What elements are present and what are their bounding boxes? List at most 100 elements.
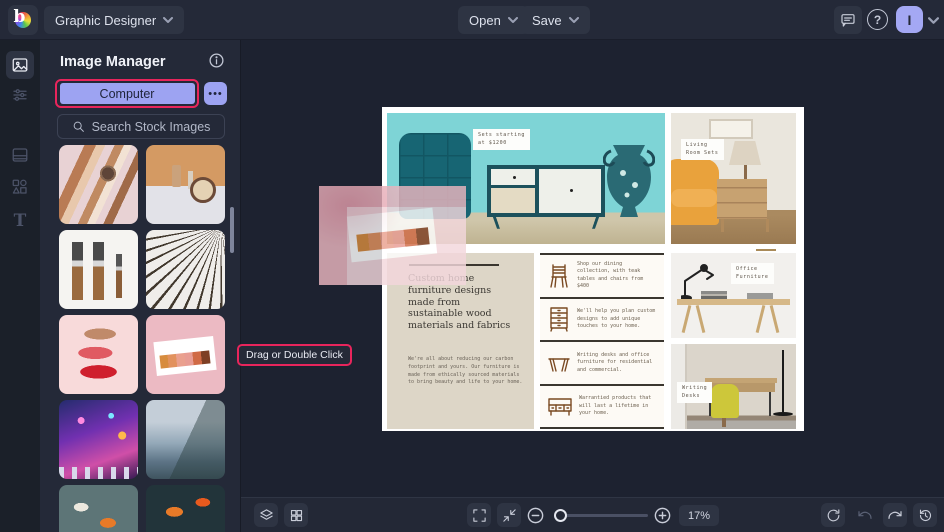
image-manager-panel: Image Manager Computer ••• Search Stock … <box>40 40 240 532</box>
avatar[interactable]: I <box>896 6 923 33</box>
design-canvas[interactable]: Sets starting at $1200 Living Room Sets <box>382 107 804 431</box>
fullscreen-button[interactable] <box>467 503 491 527</box>
vase-graphic <box>603 145 655 217</box>
yellow-chair-graphic <box>711 384 739 427</box>
redo-button[interactable] <box>883 503 907 527</box>
shapes-icon <box>12 179 27 194</box>
image-icon <box>12 58 28 72</box>
bottom-toolbar: 17% <box>241 497 944 532</box>
fullscreen-icon <box>472 508 486 522</box>
zoom-in-button[interactable] <box>653 506 672 525</box>
more-options-button[interactable]: ••• <box>204 82 227 105</box>
tool-rail: T <box>0 40 40 532</box>
thumbnail-mountain-fjord[interactable] <box>146 400 225 479</box>
photo-living-room-sets[interactable]: Living Room Sets <box>671 113 796 244</box>
chevron-down-icon <box>163 17 174 23</box>
drag-tooltip: Drag or Double Click <box>237 344 352 366</box>
thumbnail-neon-city-night[interactable] <box>59 400 138 479</box>
plus-circle-icon <box>654 507 671 524</box>
credenza-graphic <box>487 165 605 217</box>
computer-source-button[interactable]: Computer <box>59 83 195 104</box>
divider-rule <box>409 264 499 266</box>
redo-icon <box>888 511 902 519</box>
writing-desk-graphic <box>705 378 777 392</box>
canvas-heading: Custom home furniture designs made from … <box>408 273 511 332</box>
undo-button[interactable] <box>853 503 877 527</box>
teal-armchair-graphic <box>399 133 471 219</box>
feature-item: Shop our dining collection, with teak ta… <box>540 255 664 299</box>
thumbnail-makeup-products-pink[interactable] <box>59 145 138 224</box>
wall-art-graphic <box>709 119 753 139</box>
thumbnail-makeup-brushes-white[interactable] <box>59 230 138 309</box>
panel-scrollbar[interactable] <box>230 207 234 253</box>
photo-writing-desks[interactable]: Writing Desks <box>671 344 796 429</box>
befunky-logo-icon[interactable]: b <box>8 5 38 35</box>
grid-icon <box>290 509 302 521</box>
workspace: Sets starting at $1200 Living Room Sets <box>237 40 944 532</box>
reset-button[interactable] <box>821 503 845 527</box>
info-icon <box>209 53 224 68</box>
table-lamp-graphic <box>729 141 761 165</box>
feature-item: Warrantied products that will last a lif… <box>540 386 664 429</box>
sidebar-item-templates[interactable] <box>6 141 34 169</box>
zoom-slider[interactable] <box>554 509 648 522</box>
thumbnail-koi-fish-dark[interactable] <box>146 485 225 532</box>
side-table-graphic <box>717 179 769 232</box>
sidebar-item-image-manager[interactable] <box>6 51 34 79</box>
help-button[interactable]: ? <box>867 9 888 30</box>
account-chevron-down-icon[interactable] <box>928 17 939 24</box>
thumbnail-eyeshadow-palette-pink[interactable] <box>146 315 225 394</box>
floor-lamp-graphic <box>774 350 791 416</box>
minus-circle-icon <box>527 507 544 524</box>
writing-desk-icon <box>548 358 570 372</box>
desk-top-graphic <box>677 299 790 305</box>
computer-button-highlight: Computer <box>55 79 199 108</box>
grid-view-button[interactable] <box>284 503 308 527</box>
logo-letter: b <box>13 7 26 27</box>
console-cabinet-icon <box>548 398 572 416</box>
thumbnail-koi-fish-light[interactable] <box>59 485 138 532</box>
feature-list[interactable]: Shop our dining collection, with teak ta… <box>540 253 664 429</box>
panel-title: Image Manager <box>60 54 166 70</box>
history-clock-icon <box>919 509 931 521</box>
comment-icon <box>841 14 855 27</box>
zoom-out-button[interactable] <box>526 506 545 525</box>
office-furniture-label: Office Furniture <box>731 263 774 284</box>
canvas-body-text: We're all about reducing our carbon foot… <box>408 356 523 386</box>
decorative-dash <box>756 249 776 251</box>
dining-chair-icon <box>550 264 568 288</box>
layers-button[interactable] <box>254 503 278 527</box>
search-icon <box>73 121 84 132</box>
sidebar-item-graphics[interactable] <box>6 173 34 201</box>
thumbnail-lipstick-smears[interactable] <box>59 315 138 394</box>
sidebar-item-text[interactable]: T <box>6 207 34 235</box>
feature-item: Writing desks and office furniture for r… <box>540 342 664 386</box>
save-button[interactable]: Save <box>521 6 590 34</box>
price-label: Sets starting at $1200 <box>473 129 530 150</box>
thumbnail-brushes-fan[interactable] <box>146 230 225 309</box>
refresh-icon <box>827 508 839 521</box>
info-button[interactable] <box>208 52 225 69</box>
fit-to-screen-button[interactable] <box>497 503 521 527</box>
app-mode-menu[interactable]: Graphic Designer <box>44 6 185 34</box>
sliders-icon <box>13 89 27 101</box>
thumbnail-cosmetics-tan[interactable] <box>146 145 225 224</box>
photo-office-furniture[interactable]: Office Furniture <box>671 253 796 338</box>
text-panel[interactable]: Custom home furniture designs made from … <box>387 253 534 429</box>
text-tool-icon: T <box>13 211 27 231</box>
history-button[interactable] <box>913 503 937 527</box>
open-button[interactable]: Open <box>458 6 529 34</box>
photo-teal-living-room[interactable]: Sets starting at $1200 <box>387 113 665 244</box>
top-bar: b Graphic Designer Open Save ? I <box>0 0 944 40</box>
sidebar-item-edit[interactable] <box>6 81 34 109</box>
zoom-slider-knob[interactable] <box>554 509 567 522</box>
credenza-legs <box>492 216 600 229</box>
template-card-icon <box>12 148 28 162</box>
search-stock-images[interactable]: Search Stock Images <box>57 114 225 139</box>
zoom-level[interactable]: 17% <box>679 505 719 526</box>
feature-item: We'll help you plan custom designs to ad… <box>540 299 664 342</box>
chevron-down-icon <box>568 17 579 23</box>
chevron-down-icon <box>507 17 518 23</box>
feedback-button[interactable] <box>834 6 862 34</box>
thumbnail-grid <box>59 145 225 532</box>
